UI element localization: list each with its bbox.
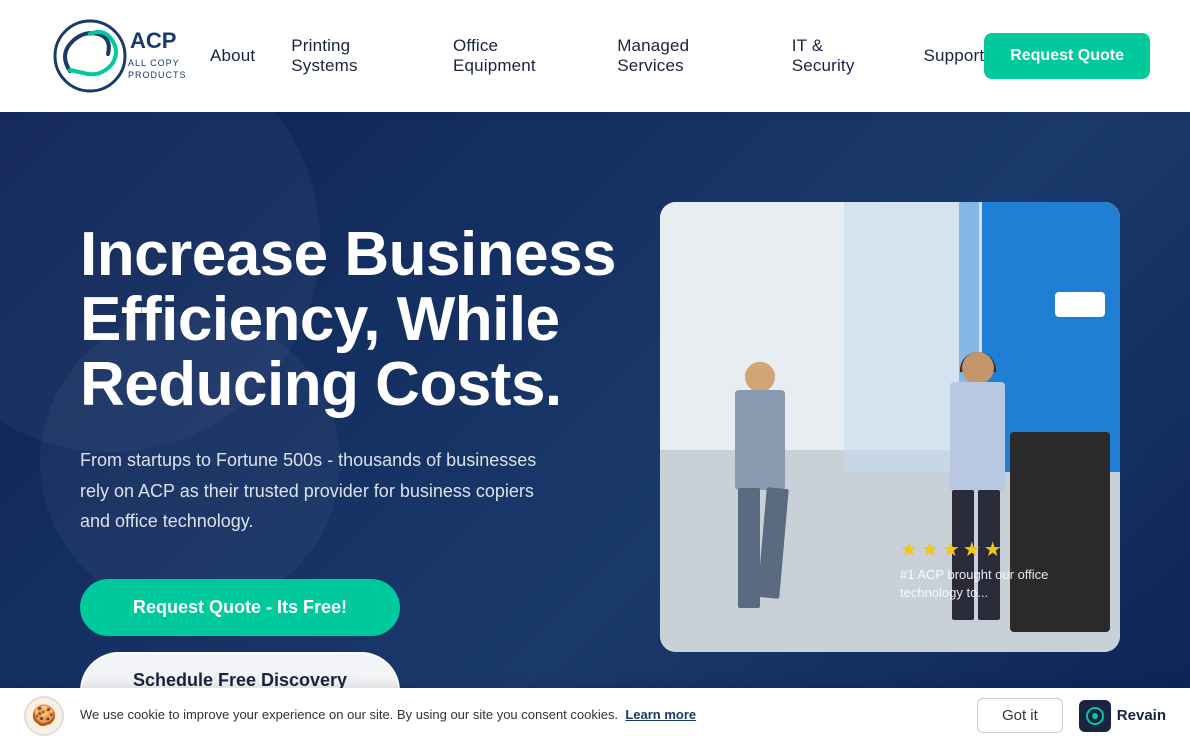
star-2: ★ bbox=[921, 537, 939, 562]
nav-support[interactable]: Support bbox=[923, 46, 984, 65]
cookie-message: We use cookie to improve your experience… bbox=[80, 706, 961, 724]
nav-printing-systems[interactable]: Printing Systems bbox=[291, 36, 357, 75]
hero-section: Increase Business Efficiency, While Redu… bbox=[0, 112, 1190, 743]
hero-cta-primary[interactable]: Request Quote - Its Free! bbox=[80, 579, 400, 636]
svg-text:ACP: ACP bbox=[130, 28, 176, 53]
hero-subtitle: From startups to Fortune 500s - thousand… bbox=[80, 445, 560, 537]
printer-body bbox=[1010, 432, 1110, 632]
revain-label: Revain bbox=[1117, 707, 1166, 724]
person2-head bbox=[962, 352, 994, 384]
got-it-button[interactable]: Got it bbox=[977, 698, 1063, 733]
person1-leg-left bbox=[738, 488, 760, 608]
revain-badge: Revain bbox=[1079, 700, 1166, 732]
revain-icon bbox=[1079, 700, 1111, 732]
review-snippet: ★ ★ ★ ★ ★ #1 ACP brought our office tech… bbox=[900, 537, 1100, 602]
navbar: ACP ALL COPY PRODUCTS About Printing Sys… bbox=[0, 0, 1190, 112]
star-3: ★ bbox=[942, 537, 960, 562]
cookie-icon: 🍪 bbox=[24, 696, 64, 736]
nav-about[interactable]: About bbox=[210, 46, 255, 65]
cookie-banner: 🍪 We use cookie to improve your experien… bbox=[0, 688, 1190, 743]
cookie-emoji: 🍪 bbox=[32, 703, 57, 728]
person-walking bbox=[720, 362, 800, 642]
learn-more-link[interactable]: Learn more bbox=[625, 707, 696, 722]
cookie-text-main: We use cookie to improve your experience… bbox=[80, 707, 618, 722]
printer-panel bbox=[1055, 292, 1105, 317]
hero-title: Increase Business Efficiency, While Redu… bbox=[80, 222, 620, 417]
person1-body bbox=[735, 390, 785, 490]
person1-head bbox=[745, 362, 775, 392]
nav-office-equipment[interactable]: Office Equipment bbox=[453, 36, 536, 75]
review-stars: ★ ★ ★ ★ ★ bbox=[900, 537, 1002, 562]
hero-image-area: ★ ★ ★ ★ ★ #1 ACP brought our office tech… bbox=[660, 202, 1120, 652]
star-1: ★ bbox=[900, 537, 918, 562]
svg-text:ALL COPY: ALL COPY bbox=[128, 58, 180, 68]
logo[interactable]: ACP ALL COPY PRODUCTS bbox=[40, 16, 210, 96]
person1-leg-right bbox=[757, 487, 789, 598]
nav-links: About Printing Systems Office Equipment … bbox=[210, 36, 984, 76]
person2-body bbox=[950, 382, 1005, 492]
svg-text:PRODUCTS: PRODUCTS bbox=[128, 70, 187, 80]
nav-managed-services[interactable]: Managed Services bbox=[617, 36, 689, 75]
request-quote-button[interactable]: Request Quote bbox=[984, 33, 1150, 79]
review-text: #1 ACP brought our office technology to.… bbox=[900, 566, 1100, 602]
star-4: ★ bbox=[963, 537, 981, 562]
hero-content: Increase Business Efficiency, While Redu… bbox=[80, 162, 620, 730]
nav-it-security[interactable]: IT & Security bbox=[792, 36, 855, 75]
star-5: ★ bbox=[984, 537, 1002, 562]
